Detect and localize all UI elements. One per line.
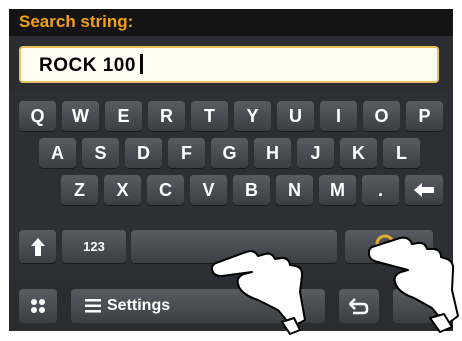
hamburger-icon xyxy=(85,299,101,313)
key-q[interactable]: Q xyxy=(19,101,56,131)
key-l[interactable]: L xyxy=(383,138,420,168)
key-w[interactable]: W xyxy=(62,101,99,131)
header-bar: Search string: xyxy=(9,9,453,36)
key-o[interactable]: O xyxy=(363,101,400,131)
key-a[interactable]: A xyxy=(39,138,76,168)
key-s[interactable]: S xyxy=(82,138,119,168)
key-i[interactable]: I xyxy=(320,101,357,131)
key-y[interactable]: Y xyxy=(234,101,271,131)
key-r[interactable]: R xyxy=(148,101,185,131)
key-d[interactable]: D xyxy=(125,138,162,168)
key-v[interactable]: V xyxy=(190,175,227,205)
bottom-bar: Settings xyxy=(9,281,453,331)
key-u[interactable]: U xyxy=(277,101,314,131)
key-x[interactable]: X xyxy=(104,175,141,205)
search-button[interactable] xyxy=(345,230,433,263)
touch-screen: Search string: ROCK 100 Q W E R T Y U I … xyxy=(9,9,453,331)
page-title: Search string: xyxy=(19,12,134,31)
text-caret xyxy=(139,54,143,74)
key-f[interactable]: F xyxy=(168,138,205,168)
back-button[interactable] xyxy=(339,289,379,323)
return-arrow-icon xyxy=(349,298,369,315)
key-e[interactable]: E xyxy=(105,101,142,131)
key-period[interactable]: . xyxy=(362,175,399,205)
key-m[interactable]: M xyxy=(319,175,356,205)
keyboard-panel: Q W E R T Y U I O P A S D F G H J K L Z … xyxy=(9,91,453,281)
key-h[interactable]: H xyxy=(254,138,291,168)
settings-button[interactable]: Settings xyxy=(71,289,325,323)
key-n[interactable]: N xyxy=(276,175,313,205)
key-k[interactable]: K xyxy=(340,138,377,168)
key-z[interactable]: Z xyxy=(61,175,98,205)
numeric-toggle-key[interactable]: 123 xyxy=(62,230,126,263)
extra-button[interactable] xyxy=(393,289,443,323)
space-key[interactable] xyxy=(131,230,337,263)
arrow-left-icon xyxy=(414,183,434,197)
shift-key[interactable] xyxy=(19,230,56,263)
search-input[interactable]: ROCK 100 xyxy=(19,46,439,83)
settings-label: Settings xyxy=(107,297,171,314)
grid-icon xyxy=(31,299,45,313)
magnifier-icon xyxy=(375,234,402,261)
key-p[interactable]: P xyxy=(406,101,443,131)
key-g[interactable]: G xyxy=(211,138,248,168)
key-c[interactable]: C xyxy=(147,175,184,205)
key-t[interactable]: T xyxy=(191,101,228,131)
menu-button[interactable] xyxy=(19,289,57,323)
backspace-key[interactable] xyxy=(405,175,443,205)
key-b[interactable]: B xyxy=(233,175,270,205)
key-j[interactable]: J xyxy=(297,138,334,168)
search-input-value: ROCK 100 xyxy=(39,55,136,76)
arrow-up-icon xyxy=(30,237,45,256)
